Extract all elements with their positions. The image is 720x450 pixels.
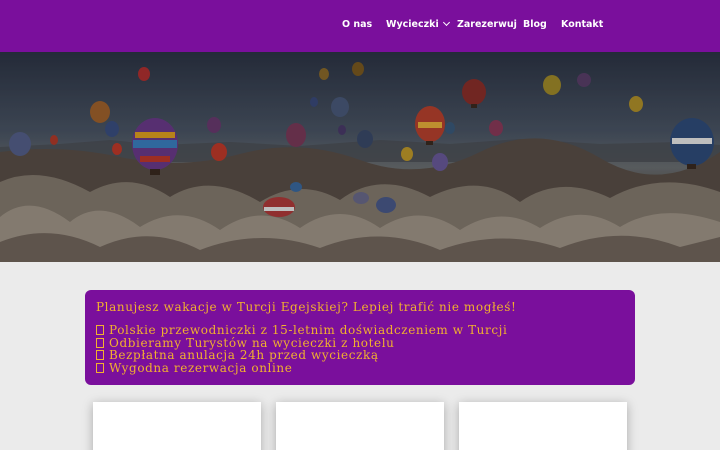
check-box-icon: [96, 362, 104, 373]
promo-box: Planujesz wakacje w Turcji Egejskiej? Le…: [85, 290, 635, 385]
tour-card[interactable]: [93, 402, 261, 450]
nav-link-zarezerwuj[interactable]: Zarezerwuj: [457, 19, 517, 31]
site-header: O nas Wycieczki Zarezerwuj Blog Kontakt: [0, 0, 720, 52]
check-box-icon: [96, 325, 104, 335]
chevron-down-icon: [442, 18, 450, 27]
feature-item: Wygodna rezerwacja online: [96, 360, 507, 375]
nav-link-wycieczki-label: Wycieczki: [386, 19, 439, 30]
tour-card[interactable]: [276, 402, 444, 450]
feature-list: Polskie przewodniczki z 15-letnim doświa…: [96, 324, 507, 374]
nav-link-kontakt[interactable]: Kontakt: [561, 19, 603, 31]
nav-link-o-nas[interactable]: O nas: [342, 19, 372, 31]
promo-headline: Planujesz wakacje w Turcji Egejskiej? Le…: [96, 300, 517, 314]
tour-card[interactable]: [459, 402, 627, 450]
hero-balloons-image: [0, 52, 720, 262]
nav-link-blog[interactable]: Blog: [523, 19, 547, 31]
check-box-icon: [96, 337, 104, 348]
check-box-icon: [96, 350, 104, 361]
feature-text: Wygodna rezerwacja online: [109, 360, 293, 375]
hero-banner: [0, 52, 720, 262]
main-nav: O nas Wycieczki Zarezerwuj Blog Kontakt: [0, 0, 720, 52]
nav-link-wycieczki[interactable]: Wycieczki: [386, 18, 450, 31]
